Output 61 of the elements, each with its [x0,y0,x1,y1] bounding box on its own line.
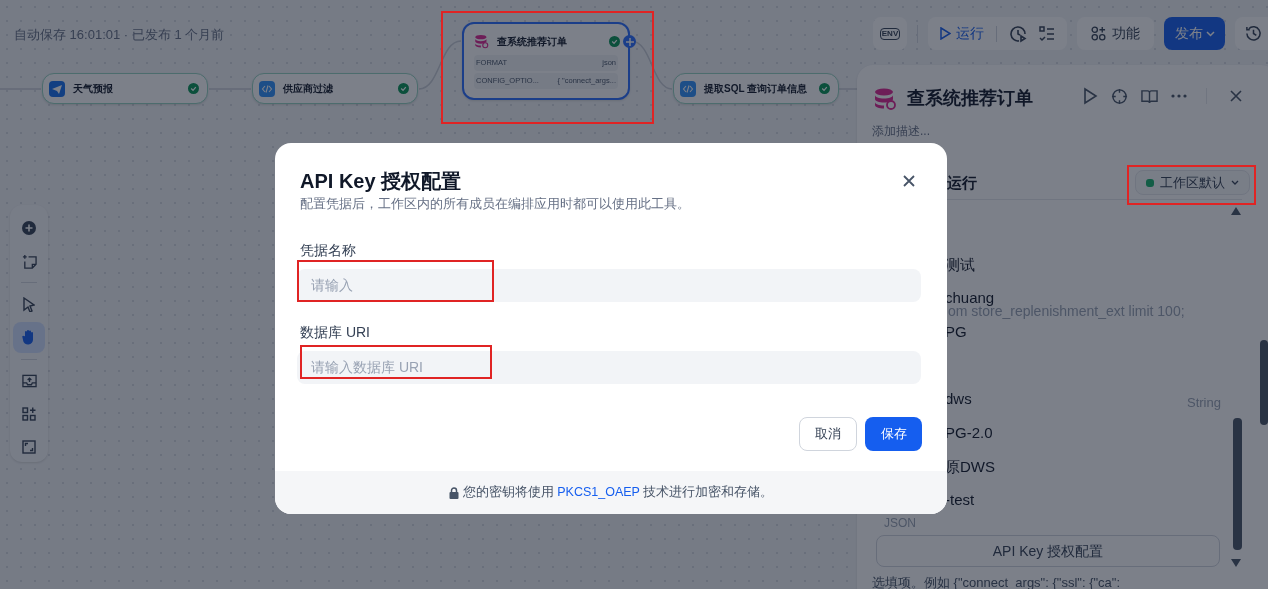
environment-selector[interactable]: 工作区默认 [1135,170,1250,195]
scroll-up-icon[interactable] [1231,207,1241,215]
node-title: 查系统推荐订单 [497,35,568,49]
add-icon [22,221,36,236]
scrollbar-thumb[interactable] [1233,418,1242,550]
note-icon [21,253,37,269]
autosave-status: 自动保存 16:01:01 · 已发布 1 个月前 [14,26,225,44]
history-icon [1245,25,1262,42]
algorithm-link[interactable]: PKCS1_OAEP [557,485,640,500]
lock-icon [448,486,459,499]
tray-icon [21,374,37,389]
dialog-title: API Key 授权配置 [300,169,462,193]
field-label: 凭据名称 [300,240,357,260]
hint-text: 选填项。例如 {"connect_args": {"ssl": {"ca": [872,574,1121,589]
close-icon[interactable] [1230,90,1242,102]
description-placeholder[interactable]: 添加描述... [872,123,930,139]
checklist-icon[interactable] [1039,25,1055,42]
save-button[interactable]: 保存 [865,416,922,451]
history-button[interactable] [1235,17,1268,50]
book-icon[interactable] [1141,87,1158,105]
code-icon [259,80,275,97]
clock-play-icon[interactable] [1009,24,1027,43]
pointer-icon [23,297,35,313]
more-icon[interactable] [1171,94,1187,98]
dialog-subtitle: 配置凭据后，工作区内的所有成员在编排应用时都可以使用此工具。 [300,196,690,213]
env-button[interactable]: ENV [873,17,907,50]
publish-button[interactable]: 发布 [1164,17,1225,50]
dropdown-option[interactable]: chuang [945,287,995,310]
page-scrollbar[interactable] [1260,340,1268,425]
dropdown-option[interactable]: -test [945,489,975,512]
database-icon [873,86,897,111]
dropdown-option[interactable]: 原DWS [945,455,995,479]
input-field[interactable]: 请输入数据库 URI [297,350,921,384]
play-icon[interactable] [1082,87,1098,105]
features-button[interactable]: 功能 [1077,17,1154,50]
node-title: 提取SQL 查询订单信息 [704,82,809,96]
panel-title: 查系统推荐订单 [907,87,1033,110]
apps-icon [22,406,36,421]
fit-view-icon [22,439,36,454]
play-icon [940,27,951,40]
workflow-node[interactable]: 提取SQL 查询订单信息 [673,73,839,104]
section-title: 运行 [947,173,977,193]
plane-icon [49,80,65,97]
node-title: 天气预报 [73,82,114,96]
database-icon [474,34,489,49]
close-icon[interactable] [903,175,915,187]
encryption-note: 您的密钥将使用 PKCS1_OAEP 技术进行加密和存储。 [462,484,774,502]
caret-icon [1231,180,1239,185]
code-icon [680,80,696,97]
node-title: 供应商过滤 [283,82,334,96]
apps-icon [1091,26,1106,41]
caret-icon [1205,30,1215,37]
cancel-button[interactable]: 取消 [799,416,857,451]
api-key-button[interactable]: API Key 授权配置 [876,535,1220,567]
scroll-down-icon[interactable] [1231,559,1241,567]
run-button[interactable]: 运行 [940,23,984,44]
field-label: 数据库 URI [300,322,371,342]
crosshair-icon[interactable] [1111,87,1128,105]
workflow-node[interactable]: 供应商过滤 [252,73,418,104]
workflow-node[interactable]: 天气预报 [42,73,208,104]
hand-tool[interactable] [13,322,45,353]
